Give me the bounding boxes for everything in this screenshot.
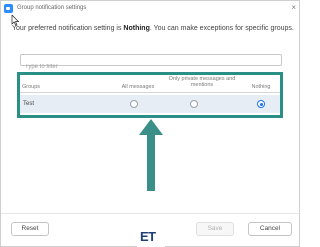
zoom-app-icon — [4, 4, 13, 13]
notification-dialog: Group notification settings × Your prefe… — [0, 0, 301, 247]
column-all-messages: All messages — [121, 84, 155, 90]
group-name: Test — [23, 101, 35, 107]
footer-divider — [1, 213, 301, 214]
filter-field[interactable] — [20, 54, 282, 72]
column-groups: Groups — [22, 84, 41, 90]
info-prefix: Your preferred notification setting is — [12, 25, 124, 32]
column-nothing: Nothing — [251, 84, 271, 90]
info-setting: Nothing — [123, 25, 150, 32]
filter-input[interactable] — [21, 62, 281, 72]
title-bar: Group notification settings × — [1, 1, 301, 17]
close-icon[interactable]: × — [291, 3, 296, 13]
reset-button[interactable]: Reset — [11, 222, 49, 236]
cancel-button[interactable]: Cancel — [248, 222, 292, 236]
save-button[interactable]: Save — [196, 222, 234, 236]
table-row[interactable]: Test — [20, 95, 280, 113]
table-header: Groups All messages Only private message… — [20, 75, 280, 93]
all-messages-radio[interactable] — [130, 100, 138, 108]
private-mentions-radio[interactable] — [190, 100, 198, 108]
info-suffix: . You can make exceptions for specific g… — [149, 25, 294, 32]
group-exceptions-table: Groups All messages Only private message… — [17, 72, 283, 118]
nothing-radio[interactable] — [257, 100, 265, 108]
window-title: Group notification settings — [17, 5, 87, 11]
up-arrow-icon — [139, 119, 163, 191]
watermark-logo: ET — [140, 229, 156, 244]
preference-info-text: Your preferred notification setting is N… — [12, 25, 298, 32]
column-private-mentions: Only private messages and mentions — [168, 76, 236, 88]
